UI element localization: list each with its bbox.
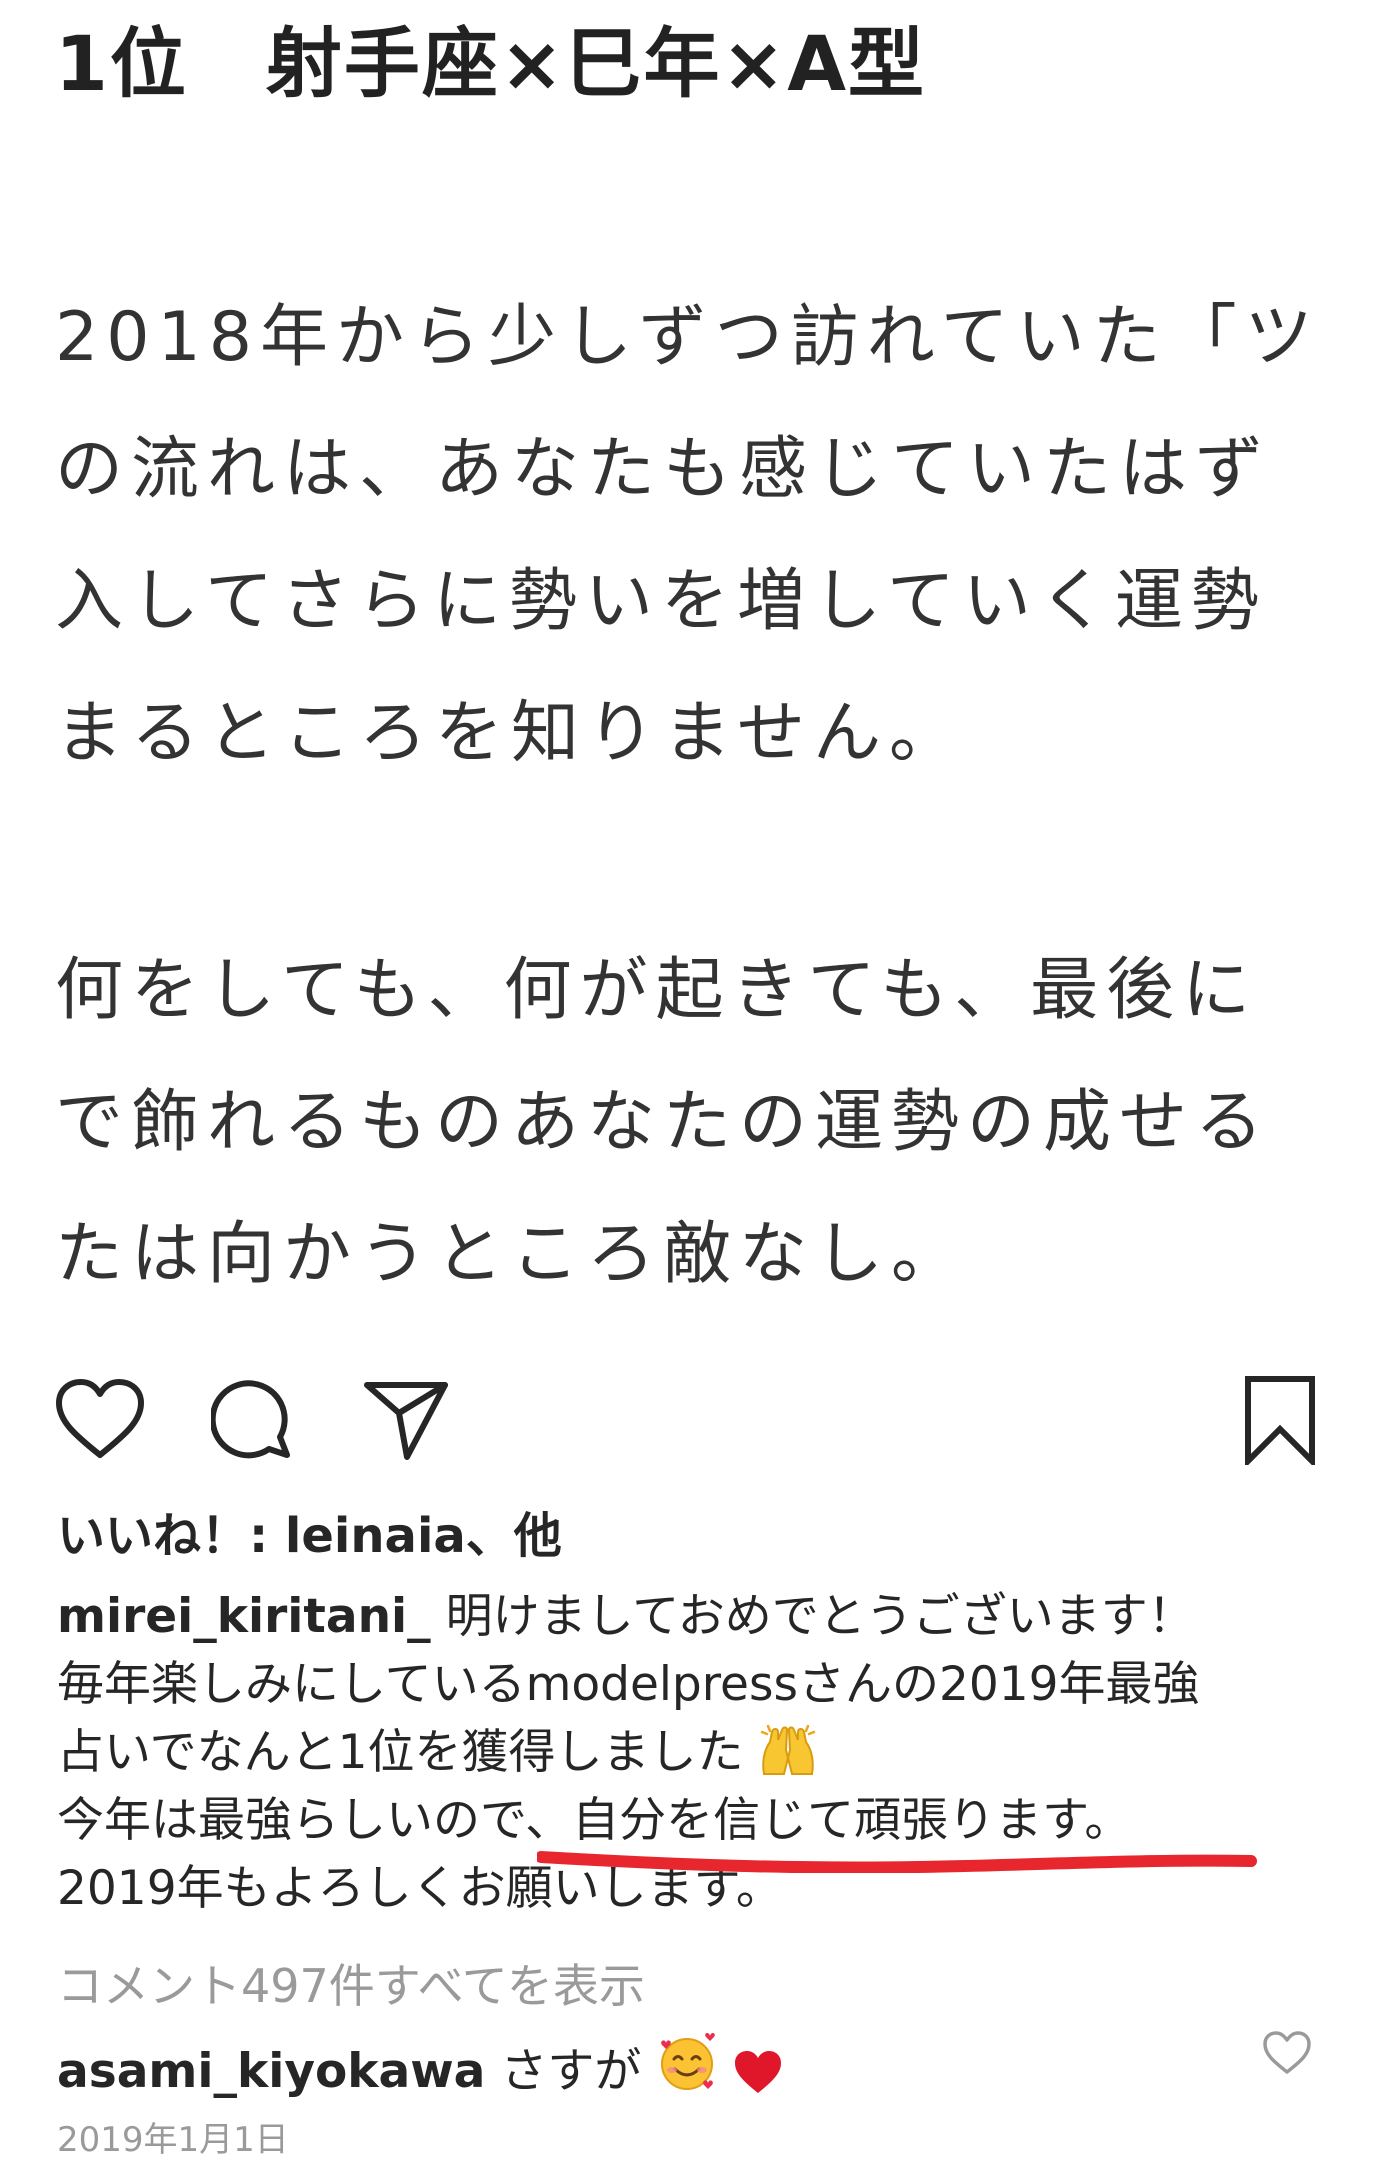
caption-line: 占いでなんと1位を獲得しました — [57, 1719, 1347, 1787]
post-line: 何をしても、何が起きても、最後に — [55, 951, 1259, 1030]
post-line: 2018年から少しずつ訪れていた「ツ — [55, 298, 1321, 377]
speech-bubble-icon[interactable] — [204, 1372, 300, 1468]
caption-text: 明けましておめでとうございます！ — [430, 1589, 1195, 1644]
post-title: 1位 射手座×巳年×A型 — [55, 19, 927, 108]
post-image[interactable]: 1位 射手座×巳年×A型 2018年から少しずつ訪れていた「ツ の流れは、あなた… — [0, 0, 1375, 1335]
likes-user-link[interactable]: leinaia — [285, 1508, 466, 1564]
post-caption: mirei_kiritani_ 明けましておめでとうございます！ 毎年楽しみにし… — [57, 1583, 1347, 1923]
post-line: まるところを知りません。 — [55, 694, 965, 773]
highlighted-phrase: 自分を信じて頑張ります。 — [537, 1787, 1258, 1873]
comment-heart-icon[interactable] — [1262, 2030, 1322, 2090]
smiling-face-with-hearts-emoji-icon — [656, 2033, 718, 2114]
comment-username[interactable]: asami_kiyokawa — [57, 2044, 485, 2099]
caption-text: 自分を信じて頑張ります。 — [572, 1793, 1132, 1848]
bookmark-icon[interactable] — [1232, 1372, 1328, 1468]
post-line: たは向かうところ敵なし。 — [55, 1215, 968, 1294]
heart-outline-icon[interactable] — [52, 1372, 148, 1468]
likes-prefix: いいね！: — [57, 1508, 285, 1564]
caption-line: mirei_kiritani_ 明けましておめでとうございます！ — [57, 1583, 1347, 1651]
likes-suffix[interactable]: 、他 — [466, 1508, 562, 1564]
post-line: の流れは、あなたも感じていたはず — [55, 430, 1272, 509]
red-heart-emoji-icon — [733, 2046, 783, 2114]
post-date: 2019年1月1日 — [57, 2120, 289, 2160]
comment-text: さすが — [485, 2044, 642, 2099]
caption-text: 今年は最強らしいので、 — [57, 1793, 573, 1848]
post-paragraph-2: 何をしても、何が起きても、最後に で飾れるものあなたの運勢の成せる たは向かうと… — [55, 925, 1271, 1321]
caption-text: 占いでなんと1位を獲得しました — [57, 1725, 744, 1780]
caption-line: 毎年楽しみにしているmodelpressさんの2019年最強 — [57, 1657, 1200, 1712]
paper-plane-icon[interactable] — [358, 1372, 454, 1468]
likes-summary: いいね！: leinaia、他 — [57, 1503, 562, 1569]
post-paragraph-1: 2018年から少しずつ訪れていた「ツ の流れは、あなたも感じていたはず 入してさ… — [55, 272, 1321, 800]
view-all-comments-link[interactable]: コメント497件すべてを表示 — [57, 1953, 645, 2019]
caption-line: 2019年もよろしくお願いします。 — [57, 1861, 783, 1916]
raising-hands-emoji-icon — [758, 1722, 818, 1778]
caption-line: 今年は最強らしいので、自分を信じて頑張ります。 — [57, 1787, 1347, 1873]
caption-username[interactable]: mirei_kiritani_ — [57, 1589, 431, 1644]
post-action-bar — [0, 1350, 1375, 1470]
comment-row: asami_kiyokawa さすが — [57, 2033, 1327, 2103]
post-line: で飾れるものあなたの運勢の成せる — [55, 1083, 1272, 1162]
post-line: 入してさらに勢いを増していく運勢 — [55, 562, 1267, 641]
